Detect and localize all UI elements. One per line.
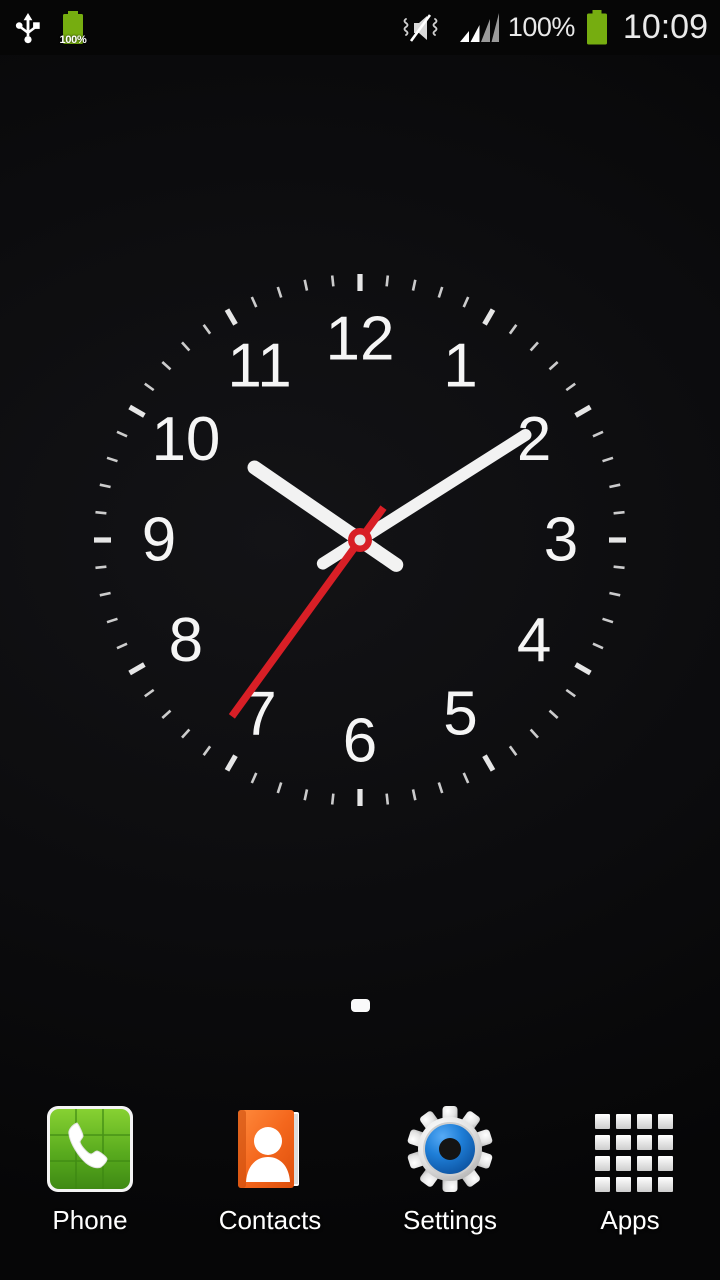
- dock: Phone Contacts Settings Apps: [0, 1090, 720, 1280]
- clock-numeral-11: 11: [227, 331, 291, 400]
- clock-numeral-1: 1: [443, 331, 477, 400]
- clock-numeral-4: 4: [517, 606, 551, 675]
- dock-label-apps: Apps: [600, 1205, 660, 1235]
- clock-numeral-10: 10: [151, 405, 220, 474]
- analog-clock-widget[interactable]: 12 1 2 3 4 5 6 7 8 9 10 11: [76, 252, 644, 828]
- status-bar-clock: 10:09: [622, 8, 708, 46]
- battery-left-percent-label: 100%: [59, 33, 87, 46]
- contacts-book-icon[interactable]: [223, 1102, 317, 1196]
- home-screen: 100% 100% 10:09 12 1 2 3 4 5 6 7 8 9 10 …: [0, 0, 720, 1280]
- battery-icon: [584, 9, 610, 46]
- dock-item-apps[interactable]: Apps: [540, 1102, 720, 1236]
- dock-item-phone[interactable]: Phone: [0, 1102, 180, 1236]
- dock-item-contacts[interactable]: Contacts: [180, 1102, 360, 1236]
- clock-hands: [228, 428, 532, 719]
- clock-face: 12 1234567891011: [94, 274, 626, 806]
- dock-label-contacts: Contacts: [218, 1205, 322, 1235]
- signal-bars-icon: [459, 11, 499, 45]
- phone-icon[interactable]: [43, 1102, 137, 1196]
- mute-vibrate-icon: [398, 9, 450, 47]
- clock-numeral-3: 3: [544, 506, 578, 575]
- status-bar-right-icons: 100% 10:09: [398, 8, 708, 47]
- clock-numeral-5: 5: [443, 680, 477, 749]
- dock-label-phone: Phone: [52, 1205, 128, 1235]
- clock-numeral-8: 8: [169, 606, 203, 675]
- clock-center-hub-inner: [354, 534, 366, 546]
- usb-icon: [14, 11, 42, 45]
- gear-icon[interactable]: [403, 1102, 497, 1196]
- apps-grid-icon[interactable]: [583, 1102, 677, 1196]
- dock-label-settings: Settings: [403, 1205, 497, 1235]
- clock-numeral-12: 12: [326, 305, 395, 374]
- clock-numeral-9: 9: [142, 506, 176, 575]
- status-bar[interactable]: 100% 100% 10:09: [0, 0, 720, 55]
- home-page-indicator[interactable]: [0, 999, 720, 1012]
- battery-percent-label: 100%: [507, 12, 576, 42]
- page-dot-1[interactable]: [350, 999, 370, 1012]
- clock-numeral-6: 6: [343, 707, 377, 776]
- dock-item-settings[interactable]: Settings: [360, 1102, 540, 1236]
- status-bar-left-icons: 100%: [14, 9, 90, 47]
- battery-charging-icon: 100%: [56, 9, 90, 47]
